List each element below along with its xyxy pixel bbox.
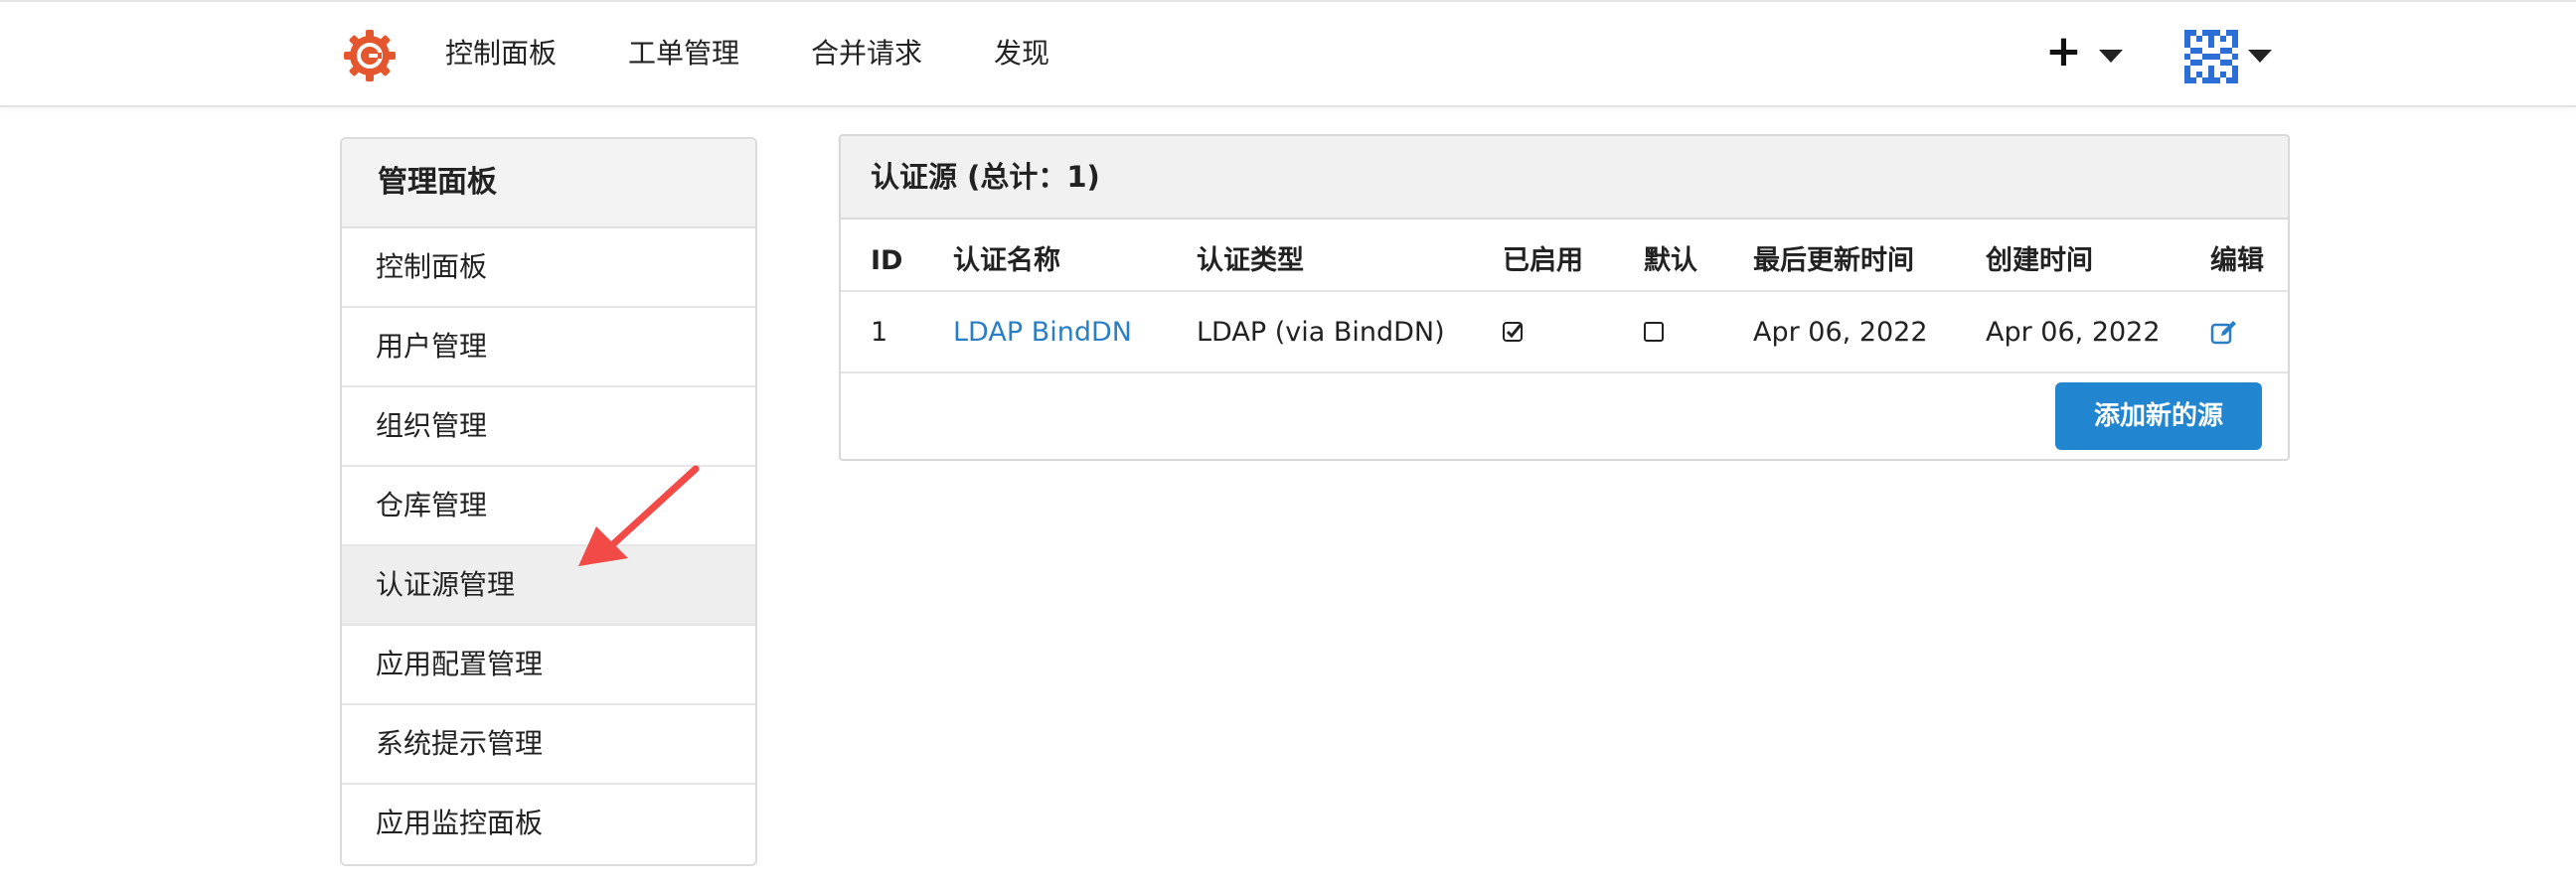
column-header-type: 认证类型 (1197, 245, 1304, 276)
sidebar-item-configuration[interactable]: 应用配置管理 (342, 626, 755, 705)
column-header-updated: 最后更新时间 (1753, 245, 1914, 276)
nav-explore[interactable]: 发现 (994, 36, 1049, 72)
column-header-enabled: 已启用 (1503, 245, 1583, 276)
row-type: LDAP (via BindDN) (1197, 317, 1445, 348)
panel-title: 认证源 (总计：1) (841, 136, 2288, 220)
top-navbar: 控制面板 工单管理 合并请求 发现 + (0, 0, 2576, 107)
create-dropdown-chevron-down-icon[interactable] (2099, 50, 2123, 63)
header-divider (841, 290, 2288, 292)
gogs-logo-icon[interactable] (342, 28, 398, 83)
user-avatar[interactable] (2184, 30, 2238, 83)
sidebar-item-system-notices[interactable]: 系统提示管理 (342, 705, 755, 785)
column-header-edit: 编辑 (2210, 245, 2264, 276)
nav-pull-requests[interactable]: 合并请求 (811, 36, 922, 72)
enabled-checked-icon (1503, 322, 1523, 342)
row-updated: Apr 06, 2022 (1753, 317, 1928, 348)
create-new-plus-icon[interactable]: + (2045, 30, 2082, 74)
add-new-source-button[interactable]: 添加新的源 (2055, 382, 2262, 450)
sidebar-item-organizations[interactable]: 组织管理 (342, 387, 755, 467)
annotation-arrow-icon (578, 465, 700, 566)
nav-dashboard[interactable]: 控制面板 (445, 36, 557, 72)
sidebar-item-monitor[interactable]: 应用监控面板 (342, 785, 755, 864)
row-created: Apr 06, 2022 (1986, 317, 2161, 348)
column-header-name: 认证名称 (953, 245, 1060, 276)
auth-sources-panel: 认证源 (总计：1) ID 认证名称 认证类型 已启用 默认 最后更新时间 创建… (839, 134, 2290, 461)
sidebar-item-users[interactable]: 用户管理 (342, 308, 755, 387)
user-menu-chevron-down-icon[interactable] (2248, 50, 2272, 63)
row-name-link[interactable]: LDAP BindDN (953, 315, 1132, 351)
edit-icon[interactable] (2210, 319, 2238, 347)
default-unchecked-icon (1644, 322, 1664, 342)
row-divider (841, 371, 2288, 373)
column-header-created: 创建时间 (1986, 245, 2093, 276)
sidebar-item-dashboard[interactable]: 控制面板 (342, 228, 755, 308)
sidebar-title: 管理面板 (342, 139, 755, 228)
column-header-default: 默认 (1644, 245, 1697, 276)
row-id: 1 (871, 317, 888, 348)
column-header-id: ID (871, 245, 903, 276)
nav-issues[interactable]: 工单管理 (628, 36, 739, 72)
